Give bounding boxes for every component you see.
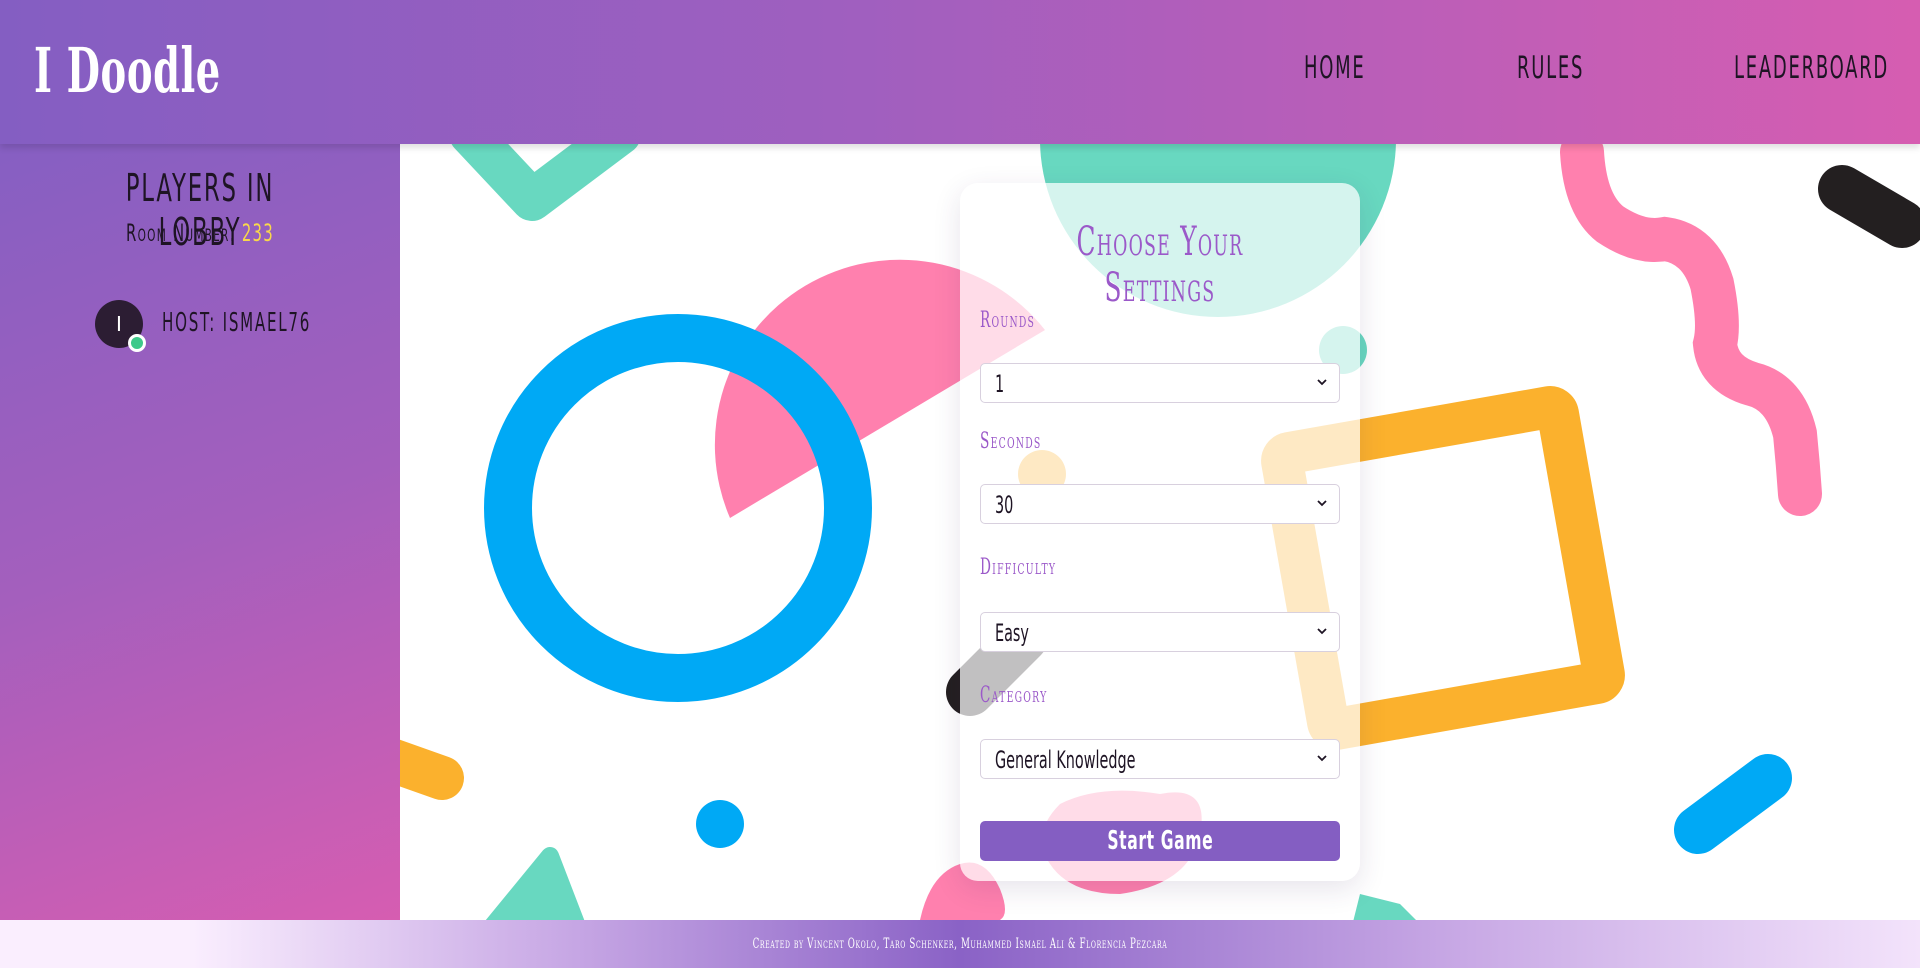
chevron-down-icon [1317,379,1327,386]
teal-partial-shape [1353,894,1416,920]
player-name: HOST: ISMAEL76 [162,308,312,338]
app-header: I Doodle HOME RULES LEADERBOARD [0,0,1920,144]
category-value: General Knowledge [995,746,1136,774]
chevron-down-icon [1317,500,1327,507]
dark-pill-shape [1818,165,1920,248]
nav-leaderboard[interactable]: LEADERBOARD [1734,50,1889,86]
blue-ring-shape [484,314,872,702]
seconds-select[interactable]: 30 [980,484,1340,524]
start-game-label: Start Game [1107,826,1213,856]
lobby-sidebar: PLAYERS IN LOBBY Room Number: 233 I HOST… [0,144,400,920]
settings-card: Choose Your Settings Rounds 1 Seconds 30… [960,183,1360,881]
rounds-select[interactable]: 1 [980,363,1340,403]
room-number-line: Room Number: 233 [76,219,324,247]
teal-triangle-shape [485,847,585,920]
difficulty-value: Easy [995,619,1029,647]
footer-credit: Created by Vincent Okolo, Taro Schenker,… [752,936,1168,952]
yellow-pill-shape [400,739,464,800]
settings-title: Choose Your Settings [1076,219,1244,311]
category-label: Category [980,683,1048,708]
seconds-label: Seconds [980,429,1042,454]
blue-pill-shape [1674,754,1792,854]
online-status-indicator [128,334,146,352]
room-number-label: Room Number: [126,219,236,247]
category-select[interactable]: General Knowledge [980,739,1340,779]
pink-squiggle-shape [1560,144,1822,516]
rounds-label: Rounds [980,308,1036,333]
nav-home[interactable]: HOME [1304,50,1366,86]
app-footer: Created by Vincent Okolo, Taro Schenker,… [0,920,1920,968]
difficulty-label: Difficulty [980,555,1057,580]
blue-dot-shape [696,800,744,848]
start-game-button[interactable]: Start Game [980,821,1340,861]
nav-rules[interactable]: RULES [1517,50,1584,86]
difficulty-select[interactable]: Easy [980,612,1340,652]
chevron-down-icon [1317,628,1327,635]
room-number-value: 233 [241,219,274,247]
seconds-value: 30 [995,491,1014,519]
teal-chevron-shape [451,144,639,221]
app-logo[interactable]: I Doodle [34,34,221,107]
chevron-down-icon [1317,755,1327,762]
rounds-value: 1 [995,370,1005,398]
